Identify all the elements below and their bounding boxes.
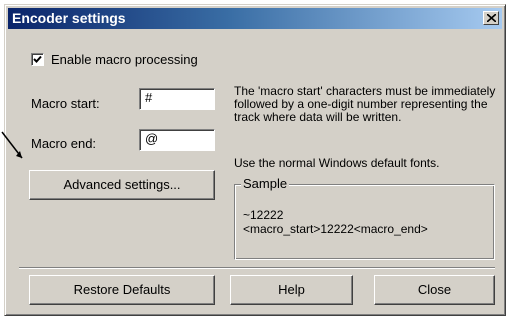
restore-defaults-button[interactable]: Restore Defaults	[29, 275, 215, 305]
pointer-line	[1, 131, 23, 159]
close-x-icon	[487, 14, 496, 22]
close-button[interactable]: Close	[374, 275, 495, 305]
macro-description: The 'macro start' characters must be imm…	[234, 84, 496, 124]
sample-line-2: <macro_start>12222<macro_end>	[243, 222, 428, 236]
screen: Encoder settings Enable macro processing…	[0, 0, 510, 322]
macro-start-input[interactable]: #	[139, 88, 215, 110]
encoder-settings-dialog: Encoder settings Enable macro processing…	[4, 4, 506, 316]
footer-separator	[19, 267, 495, 269]
help-button[interactable]: Help	[230, 275, 353, 305]
title-bar[interactable]: Encoder settings	[8, 8, 502, 29]
macro-end-input[interactable]: @	[139, 129, 215, 151]
close-window-button[interactable]	[483, 11, 499, 25]
sample-line-1: ~12222	[243, 208, 284, 222]
font-note: Use the normal Windows default fonts.	[234, 156, 440, 170]
sample-legend: Sample	[241, 176, 290, 191]
enable-macro-label[interactable]: Enable macro processing	[51, 52, 198, 67]
